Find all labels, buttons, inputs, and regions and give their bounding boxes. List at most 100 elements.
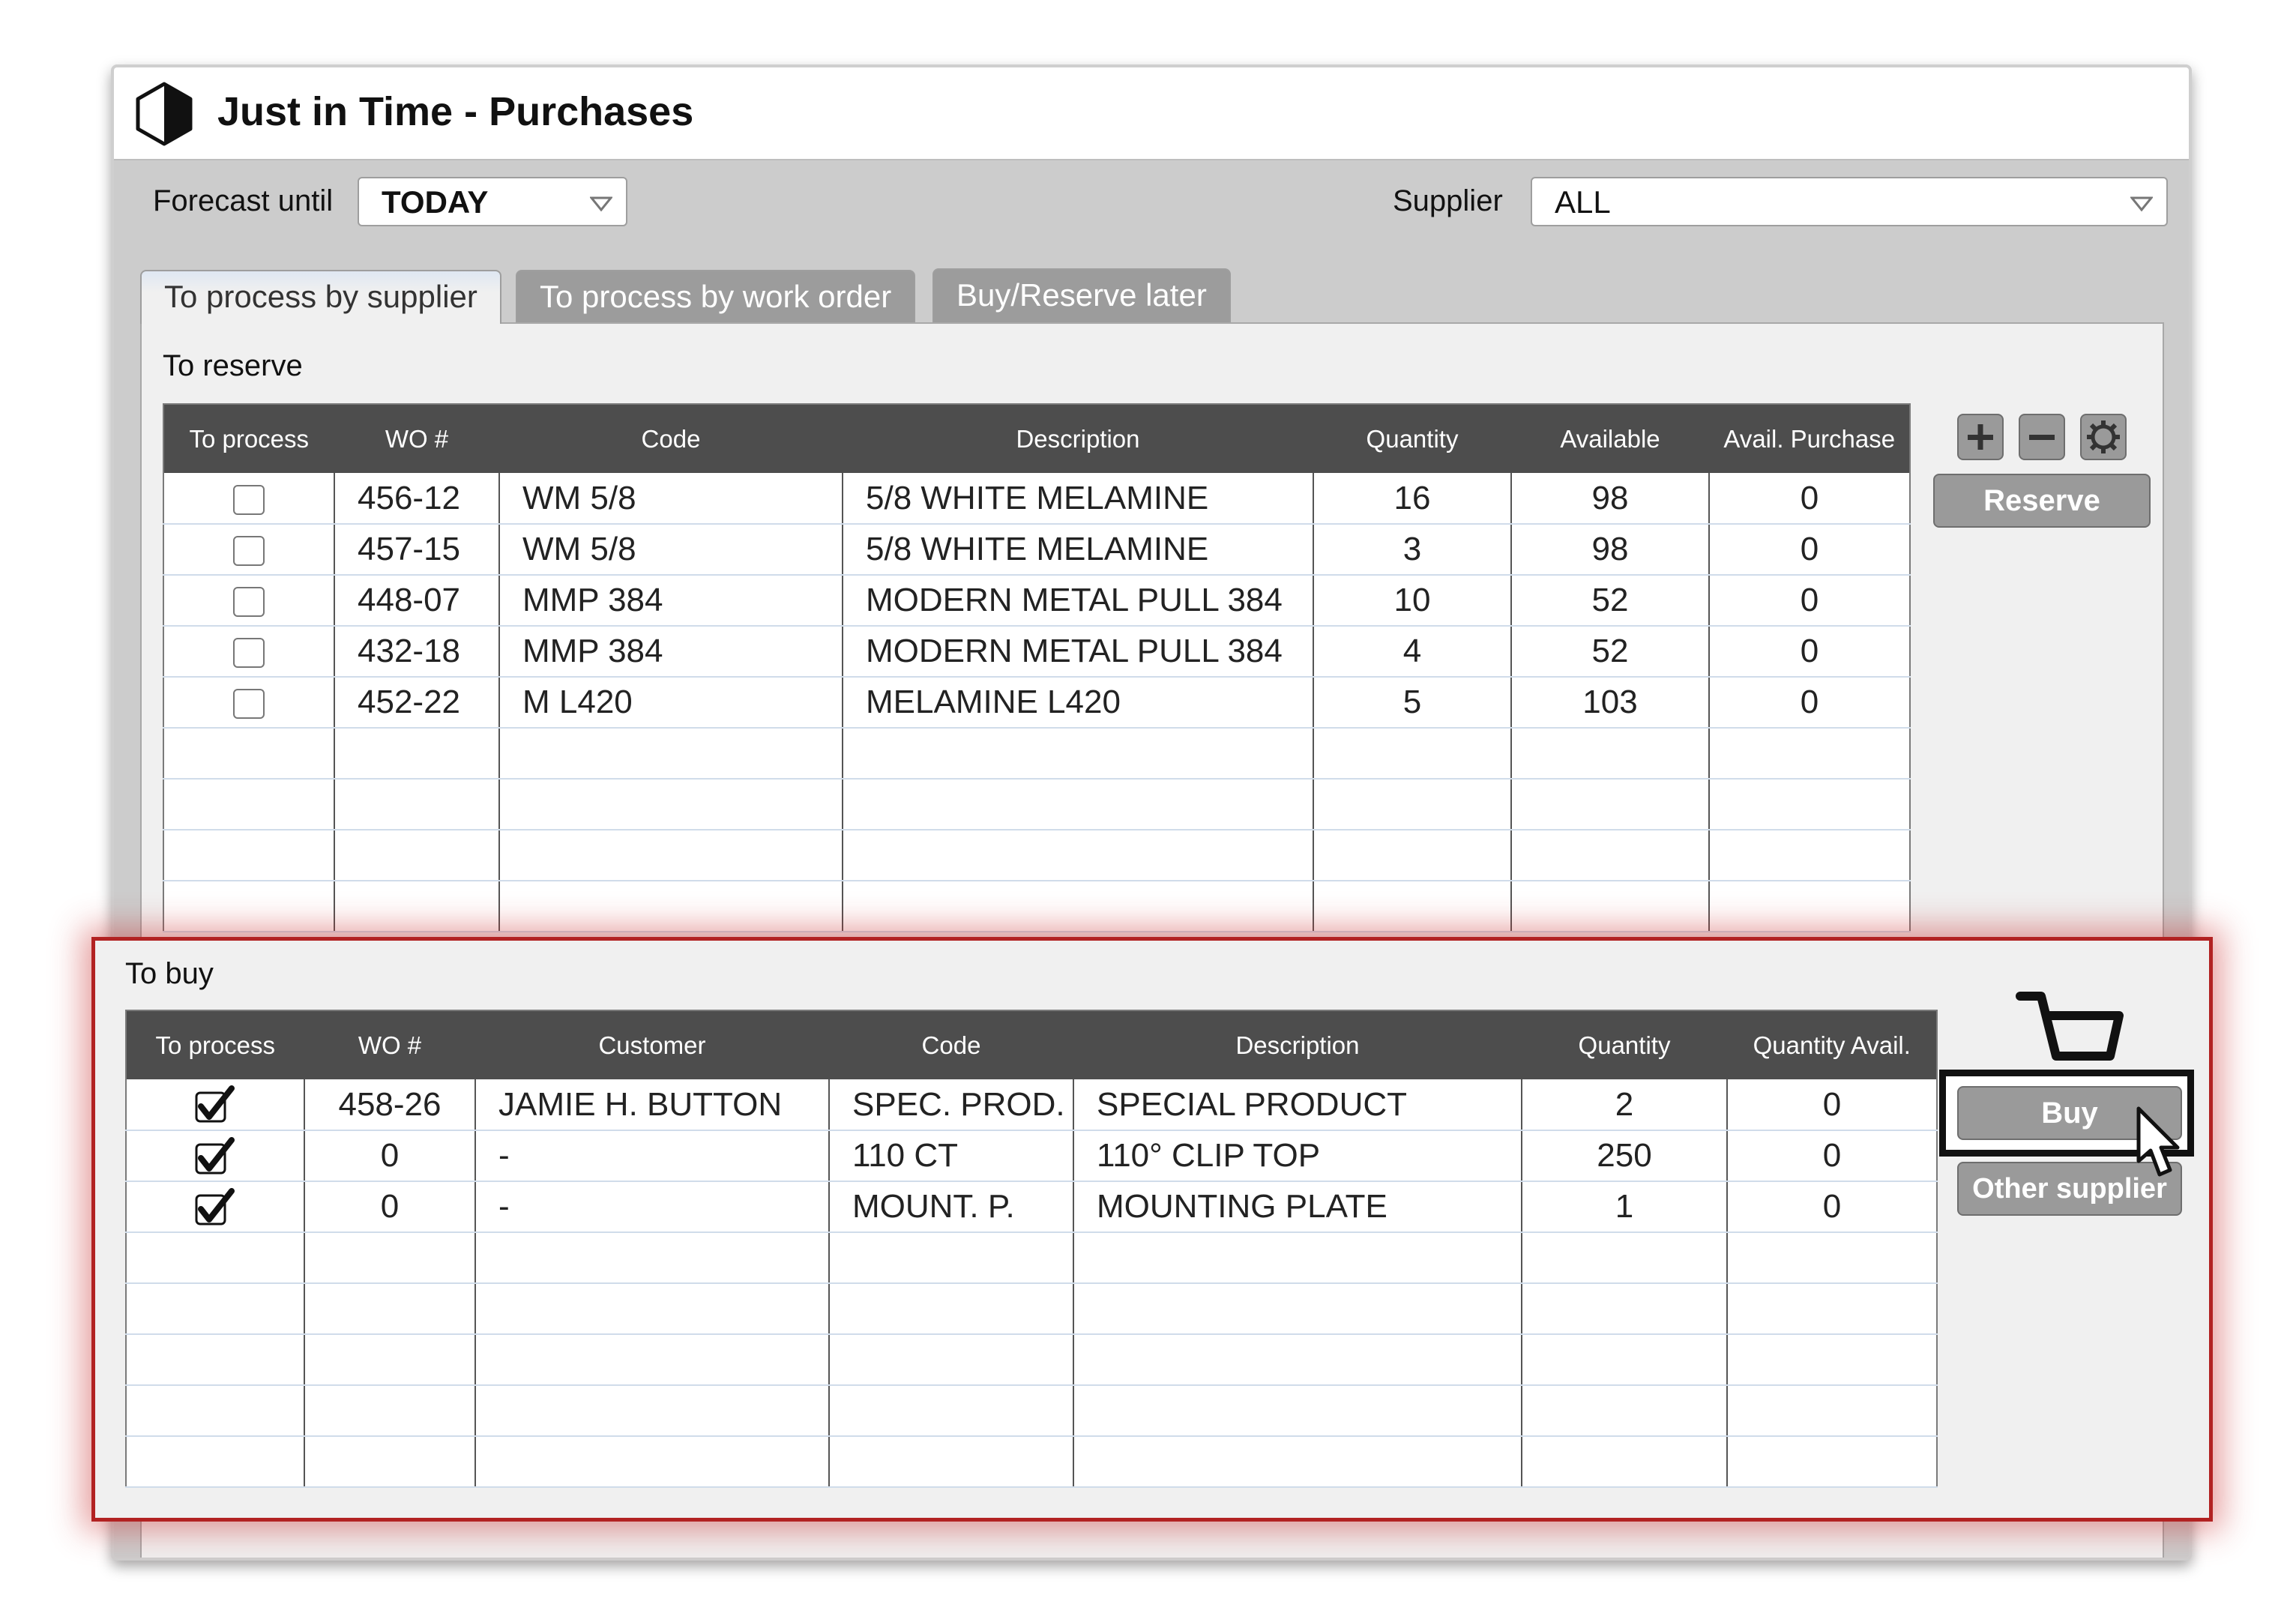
column-header[interactable]: Code: [828, 1010, 1073, 1079]
table-row[interactable]: 448-07 MMP 384 MODERN METAL PULL 384 10 …: [163, 575, 1910, 627]
description-cell: 110° CLIP TOP: [1073, 1130, 1522, 1182]
table-row[interactable]: 457-15 WM 5/8 5/8 WHITE MELAMINE 3 98 0: [163, 524, 1910, 576]
table-row-empty: [163, 881, 1910, 932]
cursor-arrow-icon: [2136, 1106, 2180, 1177]
chevron-down-icon: [590, 196, 612, 211]
tab-buy-reserve-later[interactable]: Buy/Reserve later: [932, 268, 1231, 322]
column-header[interactable]: Description: [1073, 1010, 1522, 1079]
table-row-empty: [126, 1283, 1937, 1335]
code-cell: M L420: [499, 677, 843, 729]
column-header[interactable]: WO #: [304, 1010, 475, 1079]
supplier-label: Supplier: [1393, 184, 1503, 217]
supplier-select[interactable]: ALL: [1531, 177, 2168, 226]
checkmark-icon[interactable]: [194, 1085, 236, 1124]
customer-cell: -: [475, 1181, 830, 1233]
column-header[interactable]: To process: [163, 404, 334, 473]
table-row[interactable]: 432-18 MMP 384 MODERN METAL PULL 384 4 5…: [163, 626, 1910, 678]
settings-button[interactable]: [2080, 414, 2127, 460]
reserve-header-row: To process WO # Code Description Quantit…: [163, 404, 1910, 473]
table-row-empty: [126, 1232, 1937, 1284]
column-header[interactable]: Quantity: [1313, 404, 1511, 473]
window-title: Just in Time - Purchases: [217, 89, 694, 134]
wo-cell: 0: [304, 1181, 476, 1233]
description-cell: MELAMINE L420: [843, 677, 1314, 729]
code-cell: WM 5/8: [499, 473, 843, 525]
column-header[interactable]: Quantity: [1521, 1010, 1727, 1079]
code-cell: MMP 384: [499, 575, 843, 627]
quantity-cell: 10: [1313, 575, 1512, 627]
supplier-value: ALL: [1555, 184, 1611, 220]
wo-cell: 448-07: [334, 575, 500, 627]
wo-cell: 432-18: [334, 626, 500, 678]
row-checkbox[interactable]: [233, 689, 265, 720]
quantity-avail-cell: 0: [1727, 1079, 1937, 1131]
forecast-select[interactable]: TODAY: [358, 177, 627, 226]
row-checkbox[interactable]: [233, 587, 265, 618]
title-bar: Just in Time - Purchases: [114, 67, 2189, 160]
column-header[interactable]: Avail. Purchase: [1708, 404, 1910, 473]
code-cell: SPEC. PROD.: [829, 1079, 1074, 1131]
quantity-cell: 4: [1313, 626, 1512, 678]
row-checkbox[interactable]: [233, 484, 265, 515]
reserve-table: To process WO # Code Description Quantit…: [163, 403, 1911, 932]
description-cell: MODERN METAL PULL 384: [843, 575, 1314, 627]
quantity-cell: 250: [1522, 1130, 1728, 1182]
minus-icon: [2029, 435, 2055, 440]
column-header[interactable]: Available: [1510, 404, 1709, 473]
reserve-section-label: To reserve: [163, 349, 303, 382]
row-checkbox[interactable]: [233, 638, 265, 669]
code-cell: WM 5/8: [499, 524, 843, 576]
customer-cell: JAMIE H. BUTTON: [475, 1079, 830, 1131]
add-button[interactable]: [1957, 414, 2004, 460]
description-cell: MODERN METAL PULL 384: [843, 626, 1314, 678]
table-row-empty: [163, 779, 1910, 830]
tab-process-by-work-order[interactable]: To process by work order: [516, 270, 916, 324]
remove-button[interactable]: [2019, 414, 2065, 460]
column-header[interactable]: WO #: [334, 404, 499, 473]
available-cell: 98: [1511, 473, 1710, 525]
gear-icon: [2087, 420, 2120, 453]
column-header[interactable]: Code: [498, 404, 843, 473]
row-checkbox[interactable]: [233, 536, 265, 567]
quantity-avail-cell: 0: [1727, 1181, 1937, 1233]
wo-cell: 0: [304, 1130, 476, 1182]
table-row-empty: [163, 830, 1910, 881]
quantity-cell: 2: [1522, 1079, 1728, 1131]
column-header[interactable]: Customer: [474, 1010, 829, 1079]
checkmark-icon[interactable]: [194, 1187, 236, 1227]
wo-cell: 452-22: [334, 677, 500, 729]
quantity-cell: 5: [1313, 677, 1512, 729]
table-row-empty: [126, 1385, 1937, 1437]
table-row[interactable]: 456-12 WM 5/8 5/8 WHITE MELAMINE 16 98 0: [163, 473, 1910, 525]
to-buy-section: To buy To process WO # Customer Code Des…: [91, 937, 2213, 1522]
quantity-avail-cell: 0: [1727, 1130, 1937, 1182]
avail-purchase-cell: 0: [1709, 677, 1910, 729]
column-header[interactable]: Description: [842, 404, 1313, 473]
table-row[interactable]: 458-26 JAMIE H. BUTTON SPEC. PROD. SPECI…: [126, 1079, 1937, 1131]
table-row[interactable]: 0 - MOUNT. P. MOUNTING PLATE 1 0: [126, 1181, 1937, 1233]
reserve-button[interactable]: Reserve: [1933, 474, 2151, 528]
customer-cell: -: [475, 1130, 830, 1182]
wo-cell: 458-26: [304, 1079, 476, 1131]
tab-process-by-supplier[interactable]: To process by supplier: [140, 270, 501, 324]
quantity-cell: 3: [1313, 524, 1512, 576]
buy-header-row: To process WO # Customer Code Descriptio…: [125, 1010, 1937, 1079]
chevron-down-icon: [2130, 196, 2153, 211]
checkmark-icon[interactable]: [194, 1136, 236, 1176]
table-row[interactable]: 452-22 M L420 MELAMINE L420 5 103 0: [163, 677, 1910, 729]
table-row[interactable]: 0 - 110 CT 110° CLIP TOP 250 0: [126, 1130, 1937, 1182]
available-cell: 52: [1511, 575, 1710, 627]
column-header[interactable]: To process: [125, 1010, 304, 1079]
quantity-cell: 16: [1313, 473, 1512, 525]
code-cell: 110 CT: [829, 1130, 1074, 1182]
table-row-empty: [126, 1436, 1937, 1488]
buy-section-label: To buy: [125, 957, 214, 990]
available-cell: 98: [1511, 524, 1710, 576]
table-row-empty: [126, 1334, 1937, 1386]
description-cell: SPECIAL PRODUCT: [1073, 1079, 1522, 1131]
avail-purchase-cell: 0: [1709, 524, 1910, 576]
avail-purchase-cell: 0: [1709, 473, 1910, 525]
available-cell: 52: [1511, 626, 1710, 678]
column-header[interactable]: Quantity Avail.: [1726, 1010, 1937, 1079]
description-cell: 5/8 WHITE MELAMINE: [843, 524, 1314, 576]
